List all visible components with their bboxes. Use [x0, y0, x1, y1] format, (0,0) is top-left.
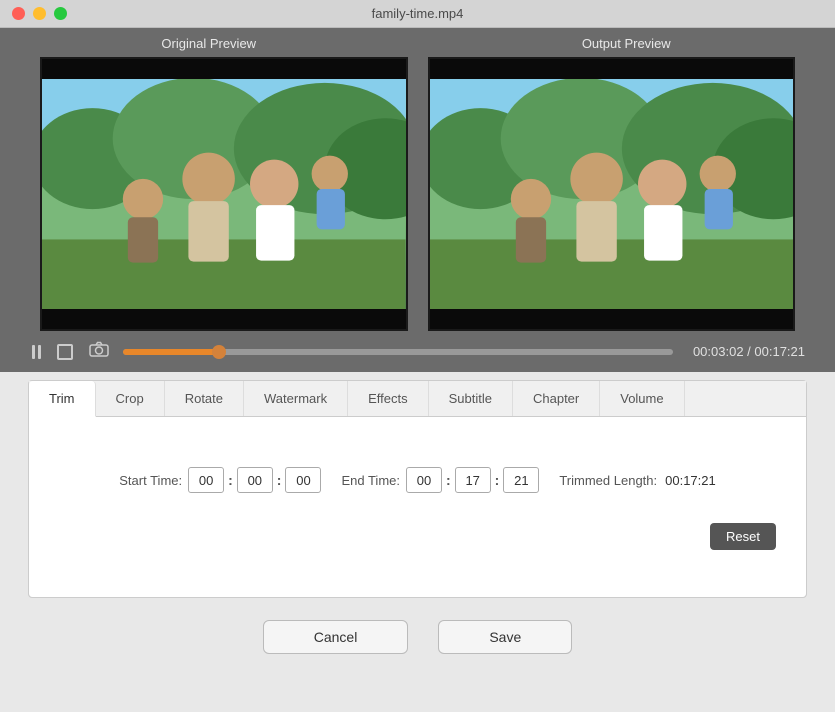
- end-seconds-input[interactable]: [503, 467, 539, 493]
- start-time-group: Start Time: : :: [119, 467, 321, 493]
- camera-icon: [89, 341, 109, 362]
- trimmed-length-group: Trimmed Length: 00:17:21: [559, 473, 715, 488]
- reset-button[interactable]: Reset: [710, 523, 776, 550]
- window-controls[interactable]: [12, 7, 67, 20]
- minimize-button[interactable]: [33, 7, 46, 20]
- tab-trim[interactable]: Trim: [29, 381, 96, 417]
- output-scene-svg: [430, 79, 794, 309]
- tabs: Trim Crop Rotate Watermark Effects Subti…: [29, 381, 806, 417]
- progress-thumb[interactable]: [212, 345, 226, 359]
- original-top-bar: [42, 59, 406, 79]
- start-time-inputs: : :: [188, 467, 321, 493]
- close-button[interactable]: [12, 7, 25, 20]
- output-video: [428, 57, 796, 331]
- trimmed-length-label: Trimmed Length:: [559, 473, 657, 488]
- original-scene-svg: [42, 79, 406, 309]
- end-time-inputs: : :: [406, 467, 539, 493]
- trim-content: Start Time: : : End Time: :: [49, 447, 786, 555]
- trimmed-length-value: 00:17:21: [665, 473, 716, 488]
- preview-labels: Original Preview Output Preview: [0, 28, 835, 57]
- output-scene: [430, 79, 794, 309]
- cancel-button[interactable]: Cancel: [263, 620, 409, 654]
- tab-watermark[interactable]: Watermark: [244, 381, 348, 416]
- tab-volume[interactable]: Volume: [600, 381, 684, 416]
- tab-rotate[interactable]: Rotate: [165, 381, 244, 416]
- time-display: 00:03:02 / 00:17:21: [693, 344, 805, 359]
- preview-videos: [0, 57, 835, 331]
- progress-fill: [123, 349, 219, 355]
- title-bar: family-time.mp4: [0, 0, 835, 28]
- pause-button[interactable]: [30, 343, 43, 361]
- start-seconds-input[interactable]: [285, 467, 321, 493]
- output-video-frame: [430, 79, 794, 309]
- pause-bar-right: [38, 345, 41, 359]
- original-scene: [42, 79, 406, 309]
- save-button[interactable]: Save: [438, 620, 572, 654]
- start-sep1: :: [228, 472, 233, 488]
- pause-icon: [32, 345, 41, 359]
- start-sep2: :: [277, 472, 282, 488]
- output-preview-label: Output Preview: [418, 36, 835, 51]
- stop-icon: [57, 344, 73, 360]
- tab-subtitle[interactable]: Subtitle: [429, 381, 513, 416]
- controls-bar: 00:03:02 / 00:17:21: [0, 331, 835, 372]
- pause-bar-left: [32, 345, 35, 359]
- tab-panel: Trim Crop Rotate Watermark Effects Subti…: [28, 380, 807, 598]
- reset-row: Reset: [49, 513, 786, 555]
- original-video-frame: [42, 79, 406, 309]
- end-hours-input[interactable]: [406, 467, 442, 493]
- tab-effects[interactable]: Effects: [348, 381, 429, 416]
- screenshot-button[interactable]: [87, 339, 111, 364]
- original-video: [40, 57, 408, 331]
- start-hours-input[interactable]: [188, 467, 224, 493]
- tab-content-trim: Start Time: : : End Time: :: [29, 417, 806, 597]
- end-time-group: End Time: : :: [341, 467, 539, 493]
- bottom-buttons: Cancel Save: [0, 606, 835, 668]
- tab-chapter[interactable]: Chapter: [513, 381, 600, 416]
- start-time-label: Start Time:: [119, 473, 182, 488]
- end-minutes-input[interactable]: [455, 467, 491, 493]
- end-sep2: :: [495, 472, 500, 488]
- progress-bar[interactable]: [123, 349, 673, 355]
- start-minutes-input[interactable]: [237, 467, 273, 493]
- end-time-label: End Time:: [341, 473, 400, 488]
- original-preview-label: Original Preview: [0, 36, 418, 51]
- output-bottom-bar: [430, 309, 794, 329]
- maximize-button[interactable]: [54, 7, 67, 20]
- time-row: Start Time: : : End Time: :: [49, 467, 786, 493]
- stop-button[interactable]: [55, 342, 75, 362]
- end-sep1: :: [446, 472, 451, 488]
- preview-area: Original Preview Output Preview: [0, 28, 835, 372]
- window-title: family-time.mp4: [372, 6, 464, 21]
- tab-crop[interactable]: Crop: [96, 381, 165, 416]
- output-top-bar: [430, 59, 794, 79]
- original-bottom-bar: [42, 309, 406, 329]
